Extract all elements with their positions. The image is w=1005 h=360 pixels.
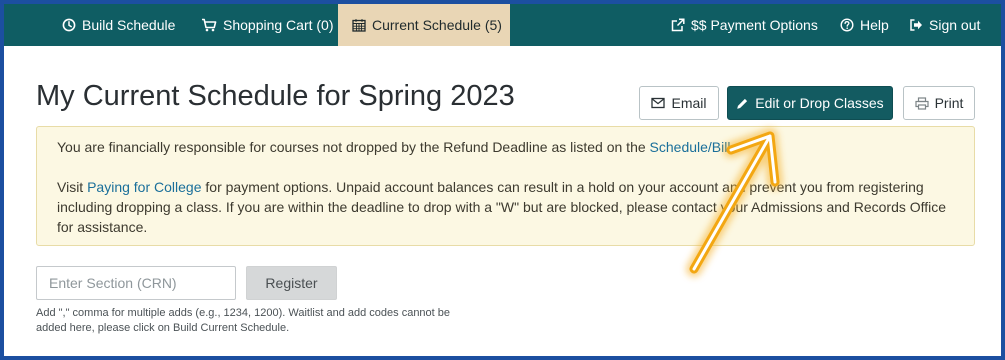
envelope-icon bbox=[651, 97, 666, 109]
external-link-icon bbox=[671, 18, 685, 32]
alert-refund-suffix: . bbox=[730, 139, 735, 155]
nav-build-schedule[interactable]: Build Schedule bbox=[62, 4, 175, 46]
schedule-bill-link[interactable]: Schedule/Bill bbox=[650, 139, 731, 155]
top-nav: Build Schedule Shopping Cart (0) Current… bbox=[4, 4, 1001, 46]
pencil-icon bbox=[736, 97, 749, 110]
edit-drop-classes-label: Edit or Drop Classes bbox=[755, 95, 884, 111]
calendar-icon bbox=[352, 18, 366, 32]
alert-payment-prefix: Visit bbox=[57, 179, 88, 195]
alert-refund-text: You are financially responsible for cour… bbox=[57, 139, 650, 155]
nav-payment-options-label: $$ Payment Options bbox=[691, 17, 818, 33]
clock-icon bbox=[62, 18, 76, 32]
page-frame: Build Schedule Shopping Cart (0) Current… bbox=[4, 4, 1001, 356]
print-button[interactable]: Print bbox=[903, 86, 975, 120]
print-icon bbox=[914, 96, 929, 110]
crn-hint: Add "," comma for multiple adds (e.g., 1… bbox=[36, 307, 451, 334]
tab-current-schedule[interactable]: Current Schedule (5) bbox=[338, 4, 510, 46]
nav-shopping-cart[interactable]: Shopping Cart (0) bbox=[201, 4, 334, 46]
email-button-label: Email bbox=[671, 95, 707, 111]
nav-shopping-cart-label: Shopping Cart (0) bbox=[223, 17, 334, 33]
print-button-label: Print bbox=[934, 95, 964, 111]
nav-help-label: Help bbox=[860, 17, 889, 33]
paying-for-college-link[interactable]: Paying for College bbox=[87, 179, 201, 195]
alert-payment-paragraph: Visit Paying for College for payment opt… bbox=[57, 177, 954, 237]
financial-alert: You are financially responsible for cour… bbox=[36, 126, 975, 246]
sign-out-icon bbox=[909, 18, 923, 32]
nav-help[interactable]: Help bbox=[840, 4, 889, 46]
nav-build-schedule-label: Build Schedule bbox=[82, 17, 176, 33]
nav-sign-out-label: Sign out bbox=[929, 17, 981, 33]
tab-current-schedule-label: Current Schedule (5) bbox=[372, 17, 502, 33]
alert-refund-line: You are financially responsible for cour… bbox=[57, 137, 954, 157]
crn-input[interactable] bbox=[36, 266, 236, 300]
question-circle-icon bbox=[840, 18, 854, 32]
nav-payment-options[interactable]: $$ Payment Options bbox=[671, 4, 818, 46]
register-button[interactable]: Register bbox=[246, 266, 337, 300]
page-title: My Current Schedule for Spring 2023 bbox=[36, 80, 515, 112]
edit-drop-classes-button[interactable]: Edit or Drop Classes bbox=[727, 86, 893, 120]
nav-sign-out[interactable]: Sign out bbox=[909, 4, 980, 46]
cart-icon bbox=[201, 18, 217, 32]
email-button[interactable]: Email bbox=[639, 86, 719, 120]
